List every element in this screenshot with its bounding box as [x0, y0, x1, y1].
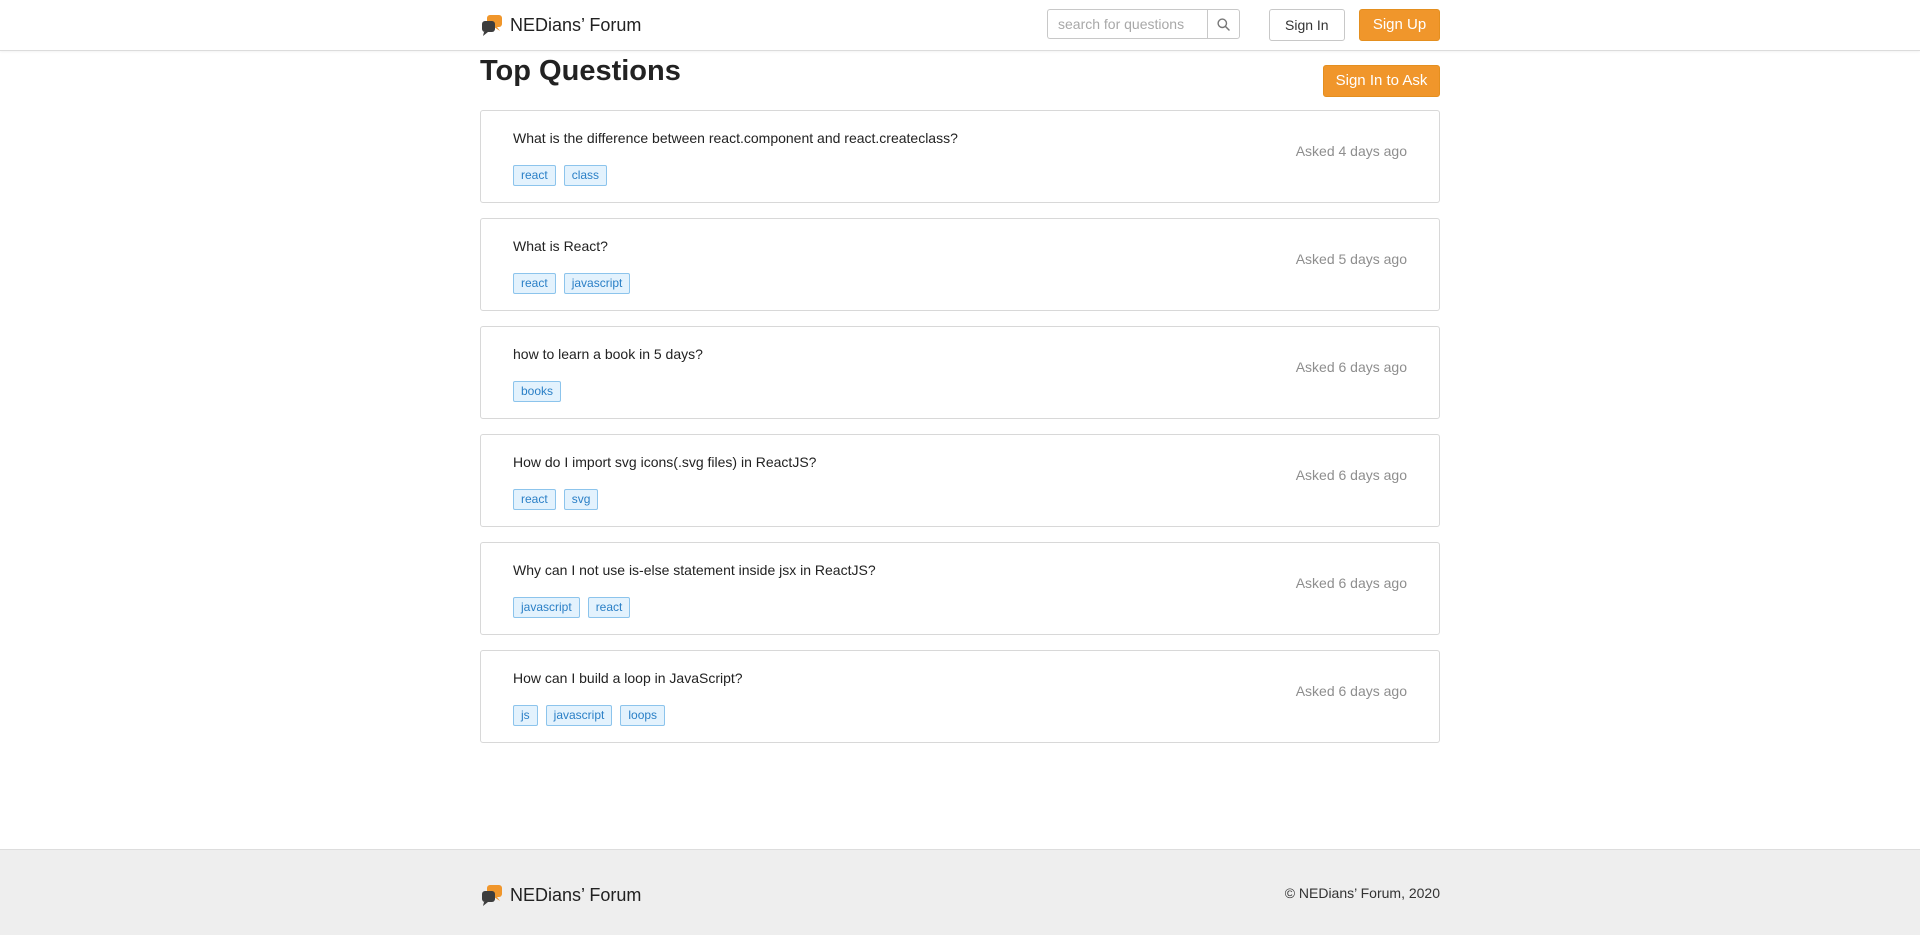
tag-badge[interactable]: js	[513, 705, 538, 726]
question-card[interactable]: What is React? react javascript Asked 5 day…	[480, 218, 1440, 311]
search-bar	[1047, 9, 1240, 39]
question-card[interactable]: Why can I not use is-else statement insi…	[480, 542, 1440, 635]
question-tags: javascript react	[513, 597, 631, 618]
question-list: What is the difference between react.com…	[480, 110, 1440, 758]
search-input[interactable]	[1047, 9, 1207, 39]
question-tags: js javascript loops	[513, 705, 666, 726]
tag-badge[interactable]: class	[563, 165, 608, 186]
tag-badge[interactable]: react	[513, 273, 556, 294]
copyright-text: © NEDians’ Forum, 2020	[1284, 885, 1440, 901]
footer-brand-name: NEDians’ Forum	[510, 884, 642, 905]
question-tags: react class	[513, 165, 608, 186]
question-title[interactable]: Why can I not use is-else statement insi…	[513, 562, 876, 578]
sign-in-button[interactable]: Sign In	[1269, 9, 1345, 41]
tag-badge[interactable]: books	[513, 381, 562, 402]
question-card[interactable]: How do I import svg icons(.svg files) in…	[480, 434, 1440, 527]
tag-badge[interactable]: react	[513, 489, 556, 510]
question-asked-time: Asked 6 days ago	[1295, 575, 1407, 591]
question-asked-time: Asked 5 days ago	[1295, 251, 1407, 267]
question-card[interactable]: how to learn a book in 5 days? books Asked…	[480, 326, 1440, 419]
question-asked-time: Asked 6 days ago	[1295, 359, 1407, 375]
tag-badge[interactable]: loops	[620, 705, 666, 726]
search-icon	[1217, 17, 1230, 31]
question-title[interactable]: What is React?	[513, 238, 608, 254]
tag-badge[interactable]: javascript	[513, 597, 580, 618]
question-tags: books	[513, 381, 562, 402]
chat-bubbles-icon	[482, 885, 502, 906]
question-tags: react svg	[513, 489, 599, 510]
question-title[interactable]: how to learn a book in 5 days?	[513, 346, 703, 362]
question-title[interactable]: How can I build a loop in JavaScript?	[513, 670, 743, 686]
footer-brand-link[interactable]: NEDians’ Forum	[480, 883, 641, 907]
question-title[interactable]: What is the difference between react.com…	[513, 130, 958, 146]
question-title[interactable]: How do I import svg icons(.svg files) in…	[513, 454, 816, 470]
question-asked-time: Asked 4 days ago	[1295, 143, 1407, 159]
brand-link[interactable]: NEDians’ Forum	[480, 13, 641, 37]
tag-badge[interactable]: react	[587, 597, 631, 618]
search-button[interactable]	[1207, 9, 1240, 39]
brand-name: NEDians’ Forum	[510, 14, 642, 35]
sign-in-to-ask-button[interactable]: Sign In to Ask	[1323, 65, 1440, 97]
footer: NEDians’ Forum © NEDians’ Forum, 2020	[0, 849, 1920, 935]
question-asked-time: Asked 6 days ago	[1295, 467, 1407, 483]
tag-badge[interactable]: react	[513, 165, 556, 186]
tag-badge[interactable]: javascript	[563, 273, 631, 294]
chat-bubbles-icon	[482, 15, 502, 36]
question-tags: react javascript	[513, 273, 631, 294]
question-card[interactable]: What is the difference between react.com…	[480, 110, 1440, 203]
tag-badge[interactable]: svg	[563, 489, 599, 510]
top-navbar: NEDians’ Forum Sign In Sign Up	[0, 0, 1920, 51]
page-title: Top Questions	[480, 55, 681, 87]
sign-up-button[interactable]: Sign Up	[1359, 9, 1440, 41]
tag-badge[interactable]: javascript	[545, 705, 613, 726]
question-asked-time: Asked 6 days ago	[1295, 683, 1407, 699]
question-card[interactable]: How can I build a loop in JavaScript? js j…	[480, 650, 1440, 743]
